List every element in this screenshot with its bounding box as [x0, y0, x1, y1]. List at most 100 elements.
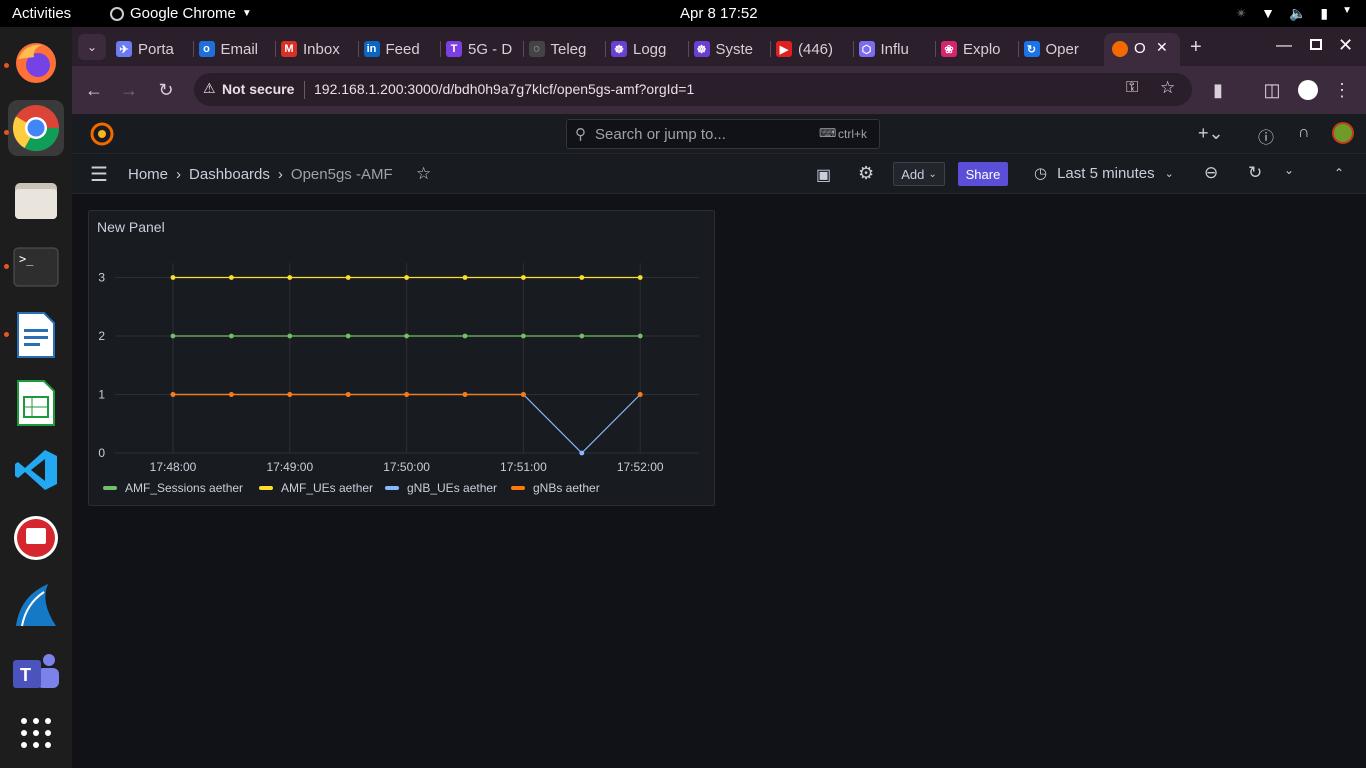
browser-tab[interactable]: ◌ Teleg [528, 35, 602, 63]
legend-item[interactable]: gNBs aether [511, 481, 600, 495]
breadcrumb-dashboards[interactable]: Dashboards [189, 166, 270, 183]
refresh-icon[interactable]: ↻ [1248, 163, 1262, 183]
running-indicator [4, 63, 9, 68]
tab-separator [357, 41, 359, 57]
files-icon[interactable] [8, 172, 64, 228]
browser-tab[interactable]: T 5G - D [446, 35, 519, 63]
zoom-out-icon[interactable]: ⊖ [1204, 163, 1218, 183]
writer-icon[interactable] [8, 307, 64, 363]
menu-kebab-icon[interactable]: ⋮ [1330, 78, 1354, 102]
grafana-logo-icon[interactable] [90, 122, 114, 151]
data-point [462, 275, 468, 280]
back-button[interactable]: ← [82, 78, 106, 102]
star-icon[interactable]: ☆ [1160, 78, 1175, 98]
search-placeholder: Search or jump to... [595, 126, 726, 143]
browser-tab[interactable]: o Email [198, 35, 272, 63]
terminal-icon[interactable]: >_ [8, 239, 64, 295]
browser-tab[interactable]: ⬡ Influ [858, 35, 932, 63]
keyboard-icon: ⌨ [819, 126, 837, 140]
minimize-button[interactable]: — [1276, 37, 1292, 55]
chrome-icon[interactable] [8, 100, 64, 156]
add-button[interactable]: Add ⌄ [893, 162, 945, 186]
user-avatar[interactable] [1332, 122, 1354, 144]
tab-label: Syste [715, 40, 754, 58]
time-range-picker[interactable]: ◷ Last 5 minutes ⌄ [1034, 164, 1174, 183]
browser-tab[interactable]: in Feed [363, 35, 437, 63]
tab-separator [605, 41, 606, 57]
vscode-icon[interactable] [8, 442, 64, 498]
dashboard-panel[interactable]: New Panel 0 1 2 3 17:48:00 17:49:00 17:50:00 17… [88, 210, 715, 506]
app-menu[interactable]: Google Chrome ▼ [110, 5, 252, 22]
search-input[interactable]: ⚲ Search or jump to... ⌨ ctrl+k [566, 119, 880, 149]
show-apps-icon[interactable] [8, 705, 64, 761]
side-panel-icon[interactable]: ◫ [1260, 78, 1284, 102]
tab-favicon-icon: ⬡ [858, 41, 875, 57]
security-label[interactable]: Not secure [222, 81, 294, 97]
chevron-down-icon: ⌄ [1164, 167, 1174, 180]
news-icon[interactable]: ∩ [1298, 124, 1310, 142]
calc-icon[interactable] [8, 375, 64, 431]
reload-button[interactable]: ↻ [154, 78, 178, 102]
plus-dropdown-icon[interactable]: +⌄ [1198, 123, 1224, 144]
browser-tab[interactable]: ✈ Porta [116, 35, 189, 63]
tab-favicon-icon: ↻ [1023, 41, 1040, 57]
share-button[interactable]: Share [958, 162, 1008, 186]
browser-tab[interactable]: ☸ Syste [693, 35, 767, 63]
app-red-icon[interactable] [8, 510, 64, 566]
wireshark-icon[interactable] [8, 577, 64, 633]
firefox-icon[interactable] [8, 35, 64, 91]
refresh-interval-chevron-icon[interactable]: ⌄ [1284, 163, 1294, 177]
search-shortcut: ctrl+k [838, 127, 868, 141]
time-series-chart[interactable]: 0 1 2 3 17:48:00 17:49:00 17:50:00 17:51:00 17:5… [89, 211, 716, 507]
address-bar[interactable]: ⚠ Not secure 192.168.1.200:3000/d/bdh0h9… [194, 73, 1192, 106]
url-divider [304, 81, 305, 99]
profile-avatar[interactable] [1298, 80, 1318, 100]
system-tray[interactable]: ✴ ▼ 🔈 ▮ ▼ [1235, 5, 1352, 22]
help-icon[interactable]: ⓘ [1258, 124, 1274, 148]
tab-search-button[interactable]: ⌄ [78, 34, 106, 60]
activities-button[interactable]: Activities [12, 5, 71, 22]
key-icon[interactable]: ⚿ [1126, 79, 1138, 97]
maximize-button[interactable] [1310, 39, 1322, 50]
teams-icon[interactable]: T [8, 645, 64, 701]
chrome-small-icon [110, 6, 124, 21]
browser-tab[interactable]: ▶ (446) [776, 35, 849, 63]
breadcrumb-home[interactable]: Home [128, 166, 168, 183]
chevron-right-icon: › [277, 166, 283, 183]
tab-label: Oper [1045, 40, 1079, 58]
tab-active[interactable]: O ✕ [1104, 33, 1180, 66]
save-icon[interactable]: ▣ [816, 165, 831, 185]
browser-tab[interactable]: M Inbox [281, 35, 354, 63]
clock-icon: ◷ [1034, 165, 1048, 182]
legend-item[interactable]: AMF_Sessions aether [103, 481, 243, 495]
tab-label: Feed [385, 40, 420, 58]
close-tab-icon[interactable]: ✕ [1156, 39, 1168, 56]
tab-label: Inbox [303, 40, 340, 58]
hamburger-menu-icon[interactable]: ☰ [90, 162, 108, 187]
forward-button[interactable]: → [117, 78, 141, 102]
new-tab-button[interactable]: + [1190, 36, 1202, 59]
browser-tab[interactable]: ☸ Logg [611, 35, 684, 63]
data-point [521, 275, 526, 280]
legend-item[interactable]: AMF_UEs aether [259, 481, 373, 495]
x-tick-label: 17:51:00 [500, 460, 547, 474]
settings-gear-icon[interactable]: ⚙ [858, 163, 874, 184]
star-icon[interactable]: ☆ [416, 164, 431, 184]
browser-tab[interactable]: ↻ Oper [1023, 35, 1097, 63]
data-point [521, 392, 526, 397]
wifi-icon: ▼ [1261, 5, 1275, 21]
clock[interactable]: Apr 8 17:52 [680, 5, 758, 22]
url-text[interactable]: 192.168.1.200:3000/d/bdh0h9a7g7klcf/open… [314, 81, 694, 97]
close-window-button[interactable]: ✕ [1338, 35, 1353, 56]
dashboard-toolbar: ☰ Home › Dashboards › Open5gs -AMF ☆ ▣ ⚙… [72, 154, 1366, 194]
extensions-icon[interactable]: ▮ [1206, 78, 1230, 102]
browser-tab[interactable]: ❀ Explo [941, 35, 1014, 63]
tab-favicon-icon: ☸ [611, 41, 627, 57]
collapse-chevron-up-icon[interactable]: ⌃ [1334, 166, 1344, 180]
x-tick-label: 17:49:00 [266, 460, 313, 474]
add-button-label: Add [901, 166, 925, 182]
battery-icon: ▮ [1320, 5, 1329, 21]
legend-item[interactable]: gNB_UEs aether [385, 481, 497, 495]
data-point [345, 275, 351, 280]
data-point [170, 392, 176, 397]
